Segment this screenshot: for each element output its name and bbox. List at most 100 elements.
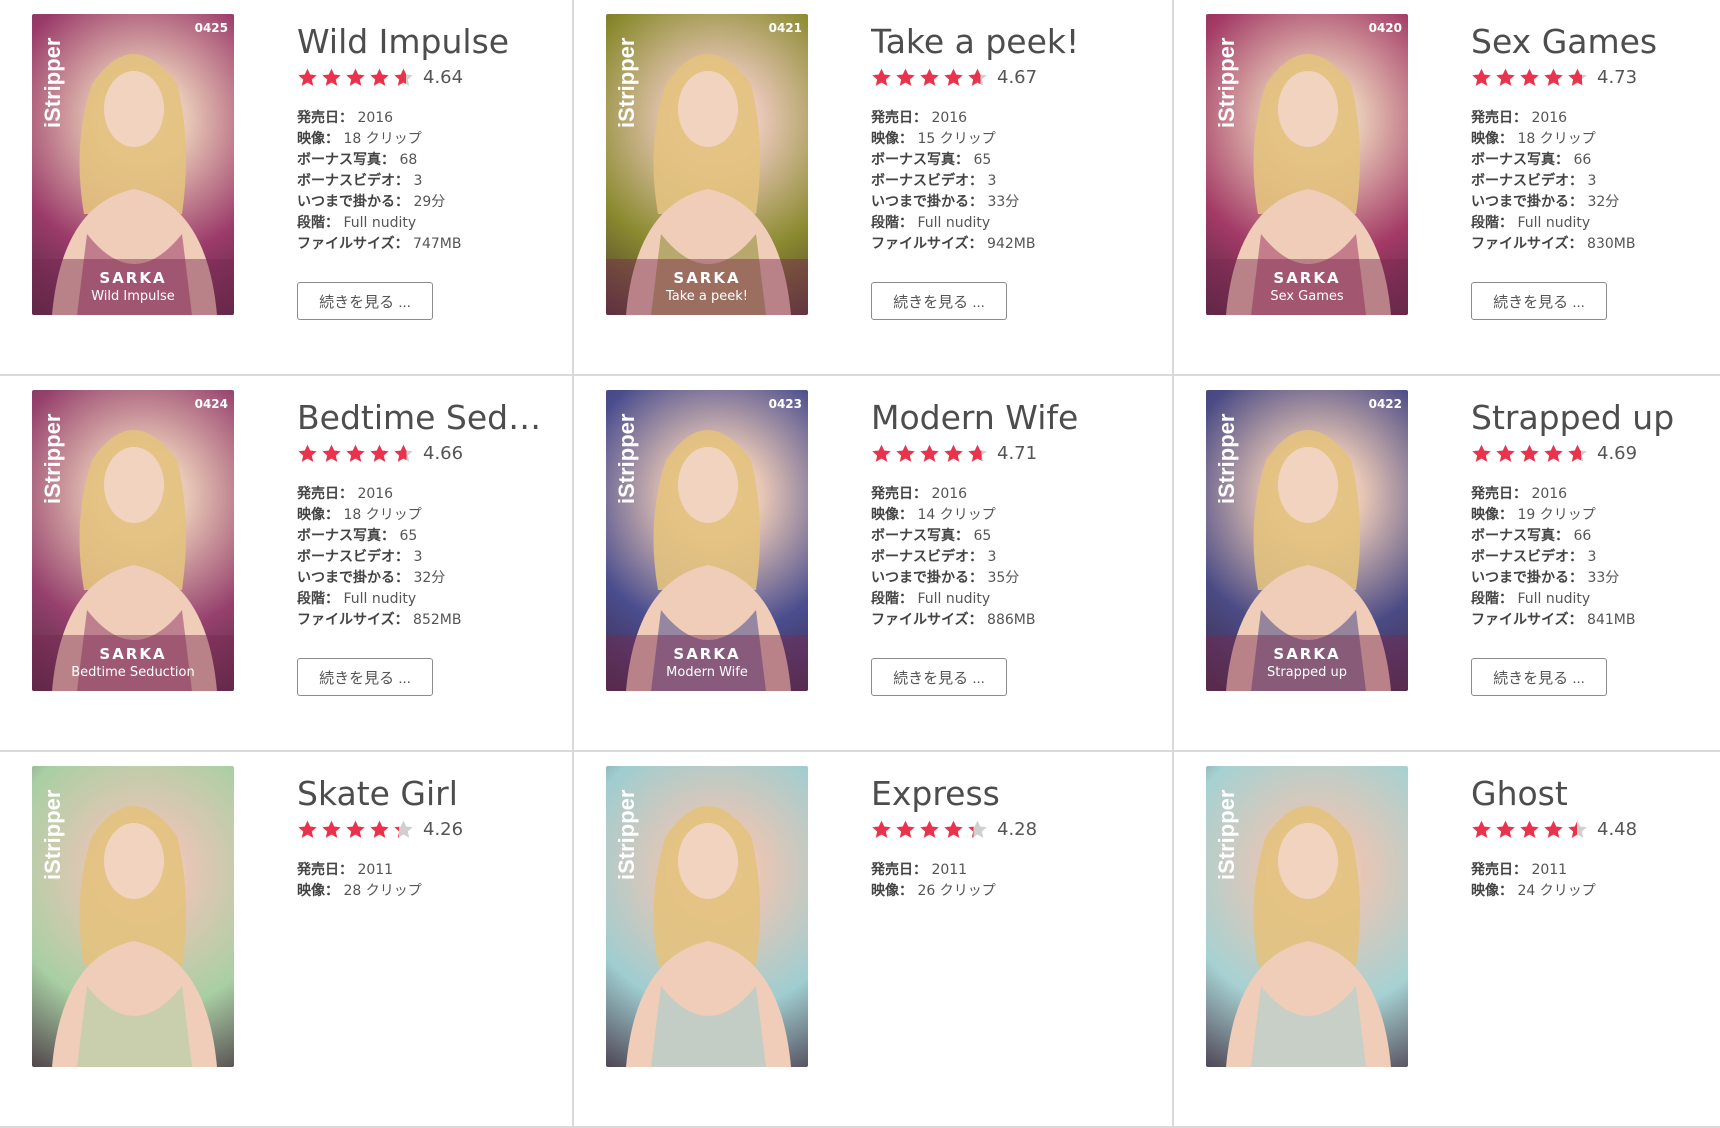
spec-label: ボーナスビデオ： <box>297 173 409 189</box>
spec-label: いつまで掛かる： <box>1471 194 1583 210</box>
spec-label: ボーナスビデオ： <box>871 549 983 565</box>
card-number: 0424 <box>194 397 228 411</box>
star-icon <box>872 68 891 86</box>
card-number: 0425 <box>194 21 228 35</box>
spec-value: 29分 <box>413 194 446 210</box>
spec-row-bonus-photos: ボーナス写真： 68 <box>297 150 567 171</box>
model-name: SARKA <box>1273 269 1341 287</box>
spec-row-duration: いつまで掛かる： 33分 <box>871 192 1141 213</box>
spec-row-level: 段階： Full nudity <box>1471 213 1720 234</box>
spec-value: Full nudity <box>1517 215 1591 231</box>
product-cell: iStripper Express 4.28 発売日： 2011 映像： 26 クリップ <box>574 752 1174 1128</box>
read-more-button[interactable]: 続きを見る ... <box>297 282 433 320</box>
svg-text:iStripper: iStripper <box>40 413 65 504</box>
product-card-image[interactable]: iStripper 0423 SARKA Modern Wife <box>606 390 808 691</box>
product-cell: iStripper 0424 SARKA Bedtime Seduction Bedt… <box>0 376 574 752</box>
spec-row-release: 発売日： 2016 <box>297 108 567 129</box>
spec-value: Full nudity <box>1517 591 1591 607</box>
product-title[interactable]: Skate Girl <box>297 772 542 816</box>
spec-value: 18 クリップ <box>343 131 422 147</box>
spec-row-bonus-photos: ボーナス写真： 65 <box>871 150 1141 171</box>
read-more-button[interactable]: 続きを見る ... <box>871 282 1007 320</box>
spec-row-release: 発売日： 2016 <box>1471 108 1720 129</box>
istripper-logo: iStripper <box>610 784 644 884</box>
product-card-image[interactable]: iStripper 0420 SARKA Sex Games <box>1206 14 1408 315</box>
spec-value: 3 <box>413 549 423 565</box>
spec-row-file-size: ファイルサイズ： 852MB <box>297 610 567 631</box>
spec-row-level: 段階： Full nudity <box>1471 589 1720 610</box>
product-card-image[interactable]: iStripper <box>1206 766 1408 1067</box>
star-icon <box>322 444 341 462</box>
product-card-image[interactable]: iStripper <box>606 766 808 1067</box>
product-info: Sex Games 4.73 発売日： 2016 映像： 18 クリップ ボーナス写真：… <box>1471 20 1720 320</box>
product-title[interactable]: Modern Wife <box>871 396 1116 440</box>
spec-value: 3 <box>987 173 997 189</box>
star-icon <box>1544 820 1563 838</box>
spec-label: 段階： <box>297 591 339 607</box>
spec-label: 映像： <box>297 131 339 147</box>
spec-row-level: 段階： Full nudity <box>297 589 567 610</box>
spec-label: ボーナス写真： <box>1471 152 1569 168</box>
product-title[interactable]: Ghost <box>1471 772 1716 816</box>
spec-label: いつまで掛かる： <box>297 570 409 586</box>
card-number: 0423 <box>768 397 802 411</box>
product-card-image[interactable]: iStripper 0425 SARKA Wild Impulse <box>32 14 234 315</box>
star-icon <box>1496 68 1515 86</box>
read-more-button[interactable]: 続きを見る ... <box>297 658 433 696</box>
spec-row-bonus-videos: ボーナスビデオ： 3 <box>1471 171 1720 192</box>
product-grid: iStripper 0425 SARKA Wild Impulse Wild Impu… <box>0 0 1720 1128</box>
spec-row-file-size: ファイルサイズ： 747MB <box>297 234 567 255</box>
product-card-image[interactable]: iStripper 0422 SARKA Strapped up <box>1206 390 1408 691</box>
rating-value: 4.67 <box>997 66 1038 88</box>
product-card-image[interactable]: iStripper <box>32 766 234 1067</box>
star-icon <box>370 444 389 462</box>
star-icon <box>346 820 365 838</box>
model-name: SARKA <box>673 645 741 663</box>
product-title[interactable]: Bedtime Seduction <box>297 396 542 440</box>
spec-value: 2011 <box>1531 862 1568 878</box>
model-name: SARKA <box>1273 645 1341 663</box>
spec-row-duration: いつまで掛かる： 32分 <box>1471 192 1720 213</box>
spec-value: Full nudity <box>917 215 991 231</box>
spec-label: ボーナスビデオ： <box>1471 549 1583 565</box>
star-icon <box>1568 444 1587 462</box>
star-rating: 4.69 <box>1471 440 1720 466</box>
spec-value: 33分 <box>1587 570 1620 586</box>
product-cell: iStripper 0425 SARKA Wild Impulse Wild Impu… <box>0 0 574 376</box>
spec-row-level: 段階： Full nudity <box>871 213 1141 234</box>
spec-label: いつまで掛かる： <box>871 194 983 210</box>
istripper-logo: iStripper <box>1210 784 1244 884</box>
product-title[interactable]: Take a peek! <box>871 20 1116 64</box>
star-icon <box>968 68 987 86</box>
read-more-button[interactable]: 続きを見る ... <box>1471 658 1607 696</box>
spec-row-video: 映像： 14 クリップ <box>871 505 1141 526</box>
spec-value: 65 <box>973 528 992 544</box>
spec-value: 942MB <box>987 236 1036 252</box>
spec-label: ファイルサイズ： <box>1471 236 1583 252</box>
spec-value: 18 クリップ <box>1517 131 1596 147</box>
product-card-image[interactable]: iStripper 0424 SARKA Bedtime Seduction <box>32 390 234 691</box>
read-more-button[interactable]: 続きを見る ... <box>871 658 1007 696</box>
spec-row-level: 段階： Full nudity <box>871 589 1141 610</box>
star-icon <box>1472 820 1491 838</box>
istripper-logo: iStripper <box>36 32 70 132</box>
spec-value: 3 <box>1587 549 1597 565</box>
rating-value: 4.66 <box>423 442 464 464</box>
spec-value: 26 クリップ <box>917 883 996 899</box>
product-title[interactable]: Strapped up <box>1471 396 1716 440</box>
spec-value: 65 <box>973 152 992 168</box>
rating-value: 4.73 <box>1597 66 1638 88</box>
spec-row-release: 発売日： 2016 <box>297 484 567 505</box>
spec-value: 66 <box>1573 152 1592 168</box>
product-cell: iStripper 0423 SARKA Modern Wife Modern Wif… <box>574 376 1174 752</box>
product-title[interactable]: Wild Impulse <box>297 20 542 64</box>
read-more-button[interactable]: 続きを見る ... <box>1471 282 1607 320</box>
product-card-image[interactable]: iStripper 0421 SARKA Take a peek! <box>606 14 808 315</box>
product-title[interactable]: Express <box>871 772 1116 816</box>
product-title[interactable]: Sex Games <box>1471 20 1716 64</box>
spec-value: 65 <box>399 528 418 544</box>
star-icon <box>920 68 939 86</box>
star-rating: 4.67 <box>871 64 1141 90</box>
spec-label: 発売日： <box>1471 110 1527 126</box>
spec-label: 段階： <box>871 215 913 231</box>
